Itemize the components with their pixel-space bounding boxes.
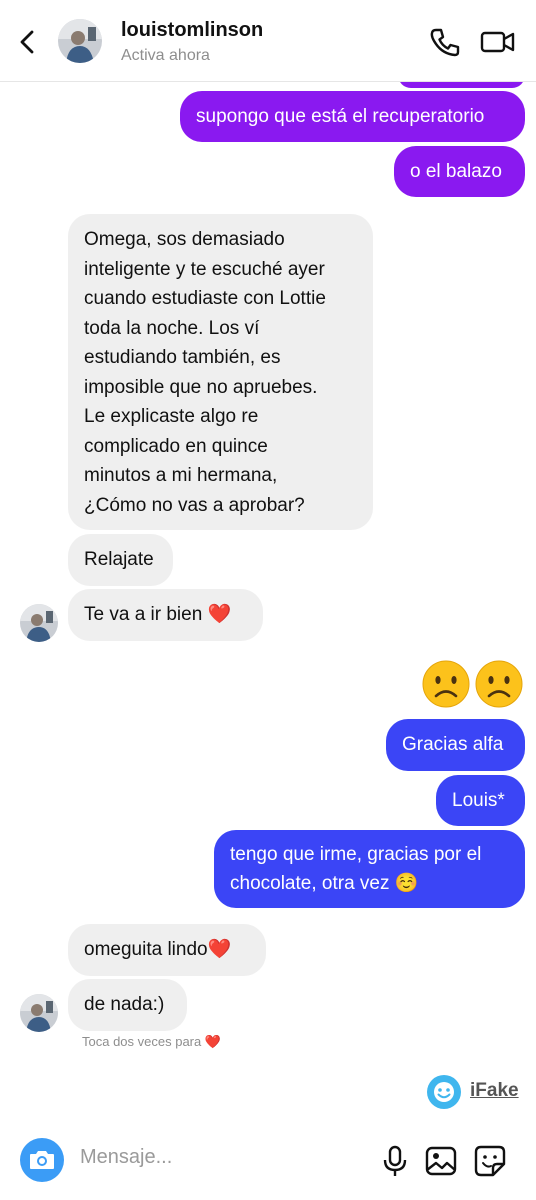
sender-avatar[interactable]	[20, 994, 58, 1032]
message-bubble-incoming[interactable]: omeguita lindo❤️	[68, 924, 266, 976]
double-tap-hint: Toca dos veces para ❤️	[82, 1034, 222, 1049]
message-text: Te va a ir bien ❤️	[84, 604, 232, 626]
username[interactable]: louistomlinson	[121, 19, 263, 42]
message-text: o el balazo	[410, 160, 502, 182]
message-text: Omega, sos demasiado inteligente y te es…	[84, 229, 326, 516]
message-bubble-incoming[interactable]: Te va a ir bien ❤️	[68, 589, 263, 641]
microphone-icon[interactable]	[378, 1144, 412, 1178]
chat-header: louistomlinson Activa ahora	[0, 0, 536, 82]
message-bubble-incoming[interactable]: Omega, sos demasiado inteligente y te es…	[68, 214, 373, 530]
message-text: de nada:)	[84, 994, 165, 1016]
back-arrow-icon[interactable]	[14, 26, 42, 58]
sticker-icon[interactable]	[473, 1144, 507, 1178]
ifake-logo-icon	[427, 1075, 461, 1109]
message-text: tengo que irme, gracias por el chocolate…	[230, 843, 482, 895]
frowning-face-emoji[interactable]	[421, 659, 471, 709]
message-text: omeguita lindo❤️	[84, 939, 232, 961]
message-text: Gracias alfa	[402, 734, 504, 756]
message-bubble-outgoing[interactable]: tengo que irme, gracias por el chocolate…	[214, 830, 525, 908]
gallery-icon[interactable]	[424, 1144, 458, 1178]
message-text: Relajate	[84, 549, 154, 571]
message-bubble-outgoing[interactable]: Gracias alfa	[386, 719, 525, 771]
ifake-watermark: iFake	[470, 1080, 519, 1101]
frowning-face-emoji[interactable]	[474, 659, 524, 709]
active-status: Activa ahora	[121, 47, 210, 64]
phone-icon[interactable]	[427, 26, 463, 58]
message-bubble-incoming[interactable]: Relajate	[68, 534, 173, 586]
sender-avatar[interactable]	[20, 604, 58, 642]
avatar[interactable]	[58, 19, 102, 63]
camera-icon	[30, 1151, 54, 1169]
message-bubble-incoming[interactable]: de nada:)	[68, 979, 187, 1031]
video-camera-icon[interactable]	[480, 26, 516, 58]
message-bubble-outgoing[interactable]: supongo que está el recuperatorio	[180, 91, 525, 142]
message-bubble-outgoing[interactable]: o el balazo	[394, 146, 525, 197]
message-text: supongo que está el recuperatorio	[196, 105, 485, 127]
camera-button[interactable]	[20, 1138, 64, 1182]
message-bubble-outgoing[interactable]: Louis*	[436, 775, 525, 826]
message-input[interactable]: Mensaje...	[80, 1146, 172, 1169]
message-text: Louis*	[452, 789, 505, 811]
